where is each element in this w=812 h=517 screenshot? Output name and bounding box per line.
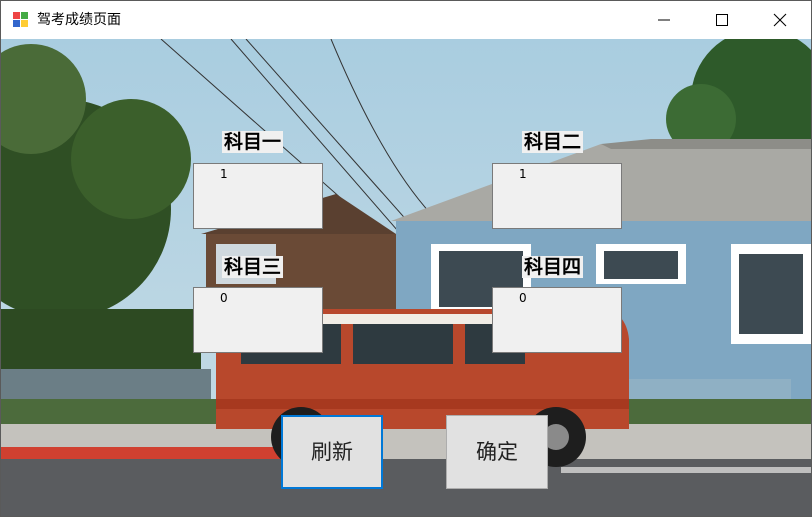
window-title: 驾考成绩页面 <box>37 12 121 28</box>
subject-4-score: 0 <box>519 291 527 305</box>
subject-2-label: 科目二 <box>522 131 584 153</box>
subject-2-score: 1 <box>519 167 527 181</box>
subject-1-score: 1 <box>220 167 228 181</box>
close-icon <box>773 13 787 27</box>
client-area: 科目一 1 科目二 1 科目三 0 科目四 0 刷新 确定 <box>1 39 811 516</box>
subject-1-score-field[interactable]: 1 <box>193 163 323 229</box>
subject-4-label: 科目四 <box>522 256 584 278</box>
subject-1-label: 科目一 <box>222 131 284 153</box>
subject-3-score-field[interactable]: 0 <box>193 287 323 353</box>
minimize-icon <box>658 19 670 21</box>
subject-3-label: 科目三 <box>222 256 284 278</box>
minimize-button[interactable] <box>635 1 693 39</box>
refresh-button[interactable]: 刷新 <box>281 415 383 489</box>
close-button[interactable] <box>751 1 809 39</box>
maximize-icon <box>716 14 728 26</box>
confirm-button[interactable]: 确定 <box>446 415 548 489</box>
subject-3-score: 0 <box>220 291 228 305</box>
maximize-button[interactable] <box>693 1 751 39</box>
app-window: 驾考成绩页面 科目一 1 科目二 1 科目三 0 科目四 0 刷新 确定 <box>0 0 812 517</box>
background-photo <box>1 39 811 516</box>
app-icon <box>13 12 28 27</box>
subject-4-score-field[interactable]: 0 <box>492 287 622 353</box>
subject-2-score-field[interactable]: 1 <box>492 163 622 229</box>
title-bar[interactable]: 驾考成绩页面 <box>1 1 811 39</box>
